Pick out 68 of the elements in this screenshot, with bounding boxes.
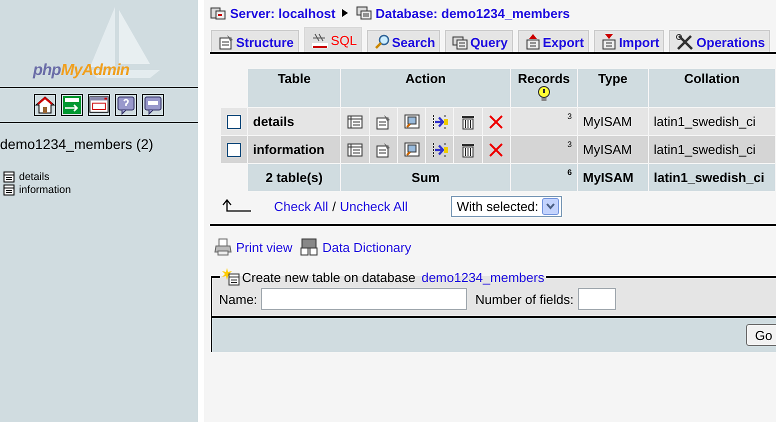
tab[interactable]: Import [594, 30, 664, 52]
check-all-link[interactable]: Check All [274, 198, 328, 214]
database-link[interactable]: demo1234_members [421, 270, 544, 284]
table-cell: 3 [510, 108, 577, 135]
tab[interactable]: Structure [211, 30, 299, 52]
database-icon [356, 6, 372, 20]
table-cell: information [248, 136, 340, 163]
database-icon [452, 34, 468, 50]
table-icon [3, 170, 15, 182]
tab[interactable]: Query [445, 30, 513, 52]
table-cell: Sum [341, 164, 510, 191]
column-header: Table [248, 69, 340, 107]
import-icon [600, 34, 617, 50]
column-header-text: Records [516, 71, 571, 86]
home-button[interactable] [34, 94, 56, 116]
table-cell: latin1_swedish_ci [648, 136, 775, 163]
with-selected-dropdown[interactable]: With selected: [450, 196, 562, 216]
export-icon [524, 34, 541, 50]
checkbox[interactable] [227, 114, 241, 128]
link[interactable]: Data Dictionary [322, 240, 412, 254]
table-cell: 6 [510, 164, 577, 191]
tab[interactable]: Export [518, 30, 589, 52]
table-cell: MyISAM [578, 136, 648, 163]
breadcrumb-arrow-icon [342, 9, 348, 17]
table-cell: MyISAM [578, 164, 648, 191]
properties-icon [218, 34, 234, 50]
arrow-icon [222, 199, 252, 213]
name-input-field[interactable] [261, 288, 468, 310]
hint-icon [536, 86, 551, 102]
field-label: Number of fields: [475, 292, 574, 306]
column-header: Collation [648, 69, 775, 107]
table-cell: latin1_swedish_ci [648, 108, 775, 135]
search-icon [374, 34, 390, 50]
checkbox[interactable] [227, 142, 241, 156]
fields-input-field[interactable] [578, 288, 616, 310]
field-label: Name: [219, 292, 258, 306]
dictionary-icon [300, 238, 318, 256]
server-icon [210, 6, 226, 20]
column-header: Type [578, 69, 648, 107]
uncheck-all-link[interactable]: Uncheck All [340, 198, 408, 214]
sql-icon [310, 32, 329, 48]
table-cell: details [248, 108, 340, 135]
caret-icon [542, 198, 560, 214]
tools-icon [676, 34, 694, 50]
printer-icon [214, 238, 232, 256]
sql-window-button[interactable] [88, 94, 110, 116]
help-button[interactable] [115, 94, 137, 116]
table-icon [3, 184, 15, 196]
table-cell: MyISAM [578, 108, 648, 135]
column-header: Action [341, 69, 510, 107]
exit-button[interactable] [61, 94, 83, 116]
logo: phpMyAdmin [33, 62, 130, 80]
table-link[interactable]: information [19, 184, 71, 196]
tab[interactable]: Operations [669, 30, 770, 52]
database-link[interactable]: demo1234_members (2) [0, 136, 154, 152]
table-cell: 3 [510, 136, 577, 163]
server-link[interactable]: Server: localhost [230, 6, 336, 20]
tab[interactable]: Search [366, 30, 440, 52]
query-button[interactable] [142, 94, 164, 116]
table-link[interactable]: details [19, 170, 50, 182]
table-cell: 2 table(s) [248, 164, 340, 191]
go-button[interactable]: Go [746, 324, 776, 346]
database-link[interactable]: Database: demo1234_members [376, 6, 570, 20]
link[interactable]: Print view [236, 240, 292, 254]
legend-text: Create new table on database [242, 270, 416, 284]
separator: / [332, 198, 336, 214]
new-table-icon [222, 268, 240, 286]
table-cell: latin1_swedish_ci [648, 164, 775, 191]
